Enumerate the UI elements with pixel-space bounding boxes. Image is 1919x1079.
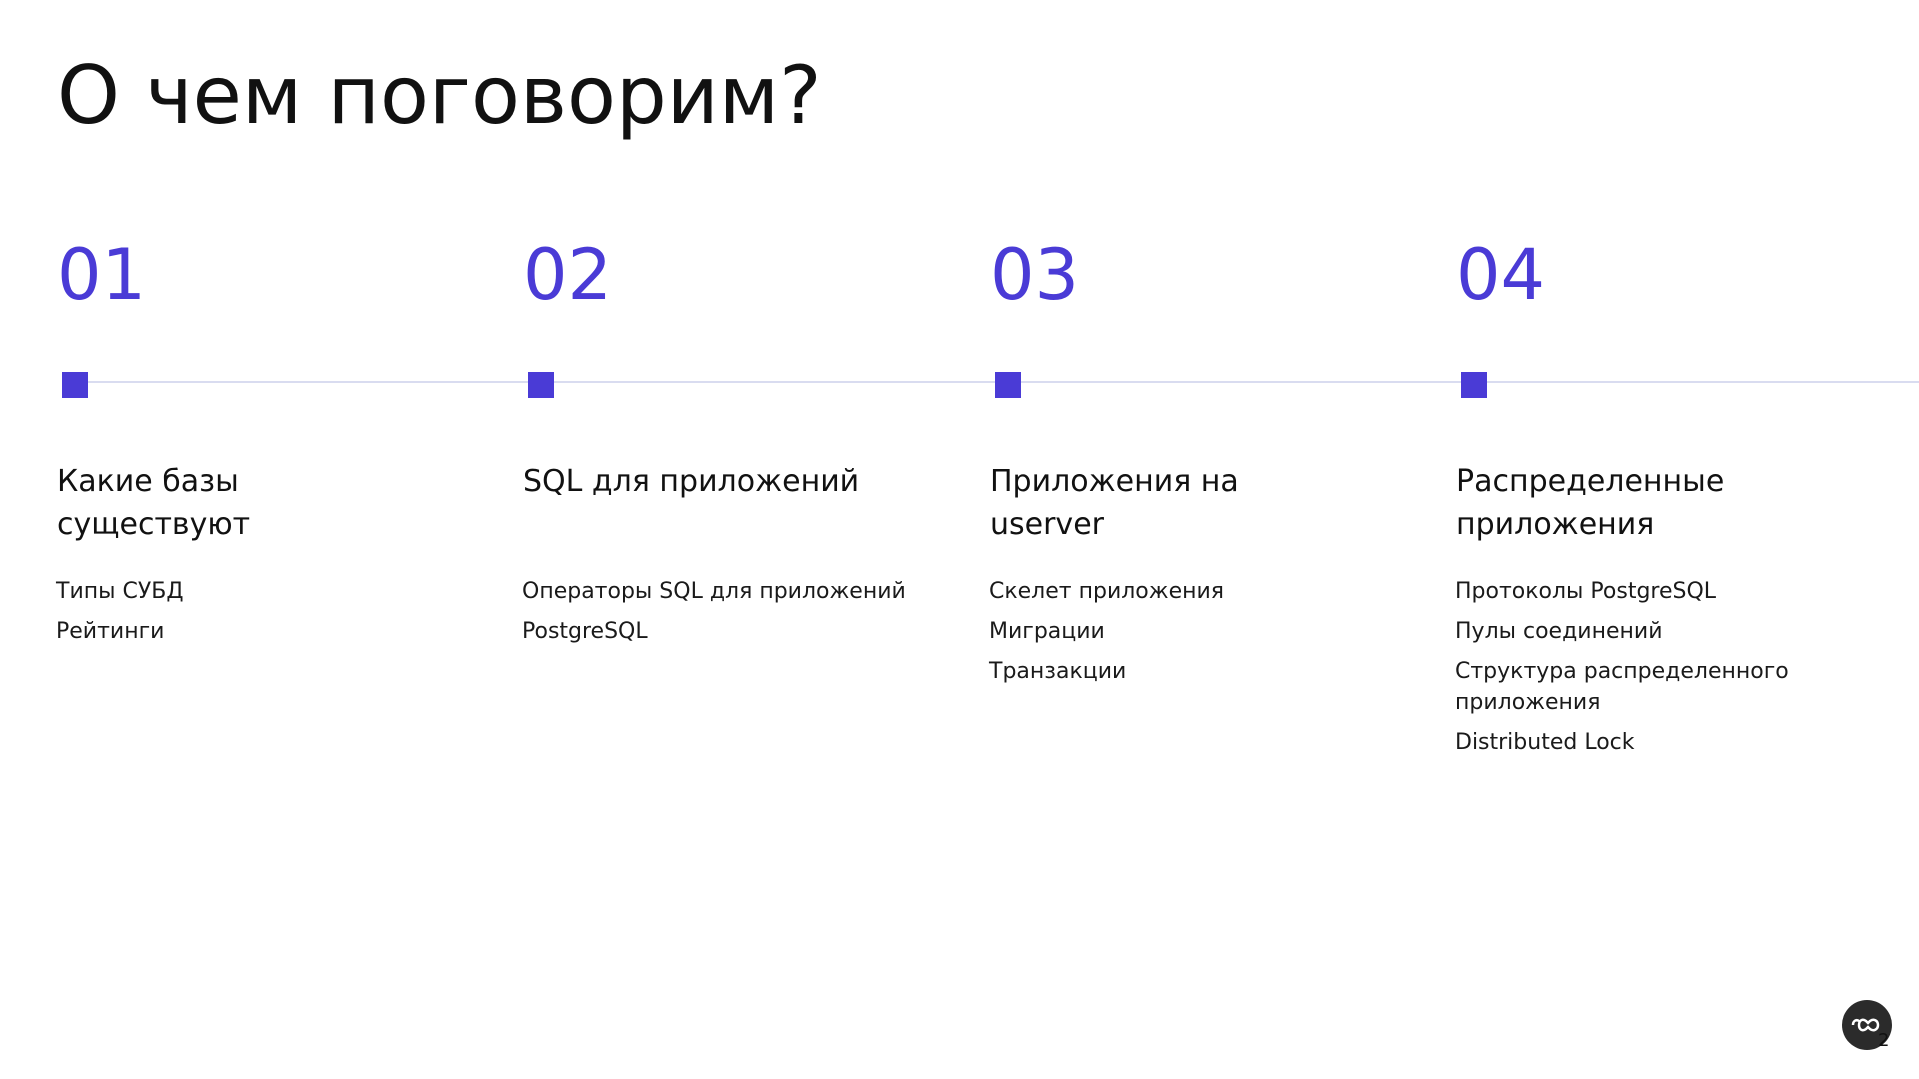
- list-item: Distributed Lock: [1455, 730, 1635, 755]
- list-item: Операторы SQL для приложений: [522, 579, 906, 604]
- section-items: Операторы SQL для приложений PostgreSQL: [522, 576, 962, 656]
- section-heading: Приложения на userver: [990, 460, 1410, 546]
- section-heading-line: Приложения на: [990, 464, 1239, 499]
- section-number: 01: [57, 234, 147, 316]
- section-heading-line: userver: [990, 507, 1104, 542]
- section-items: Скелет приложения Миграции Транзакции: [989, 576, 1429, 696]
- section-items: Протоколы PostgreSQL Пулы соединений Стр…: [1455, 576, 1815, 767]
- section-items: Типы СУБД Рейтинги: [56, 576, 496, 656]
- timeline-marker: [62, 372, 88, 398]
- slide-title: О чем поговорим?: [57, 49, 822, 142]
- section-heading-line: существуют: [57, 507, 251, 542]
- timeline-marker: [995, 372, 1021, 398]
- list-item: Структура распределенного приложения: [1455, 659, 1789, 715]
- section-heading-line: Распределенные: [1456, 464, 1725, 499]
- list-item: Транзакции: [989, 659, 1127, 684]
- timeline-marker: [1461, 372, 1487, 398]
- list-item: Миграции: [989, 619, 1105, 644]
- section-heading: Распределенные приложения: [1456, 460, 1876, 546]
- list-item: Скелет приложения: [989, 579, 1225, 604]
- timeline-line: [62, 381, 1919, 383]
- section-heading-line: SQL для приложений: [523, 464, 860, 499]
- list-item: Рейтинги: [56, 619, 165, 644]
- section-heading-line: Какие базы: [57, 464, 239, 499]
- page-number: 2: [1878, 1030, 1890, 1051]
- section-heading: Какие базы существуют: [57, 460, 477, 546]
- list-item: Типы СУБД: [56, 579, 184, 604]
- list-item: Протоколы PostgreSQL: [1455, 579, 1717, 604]
- section-heading-line: приложения: [1456, 507, 1655, 542]
- section-number: 03: [990, 234, 1080, 316]
- slide: О чем поговорим? 01 Какие базы существую…: [0, 0, 1919, 1079]
- section-number: 02: [523, 234, 613, 316]
- timeline-marker: [528, 372, 554, 398]
- section-number: 04: [1456, 234, 1546, 316]
- list-item: Пулы соединений: [1455, 619, 1663, 644]
- section-heading: SQL для приложений: [523, 460, 943, 503]
- list-item: PostgreSQL: [522, 619, 648, 644]
